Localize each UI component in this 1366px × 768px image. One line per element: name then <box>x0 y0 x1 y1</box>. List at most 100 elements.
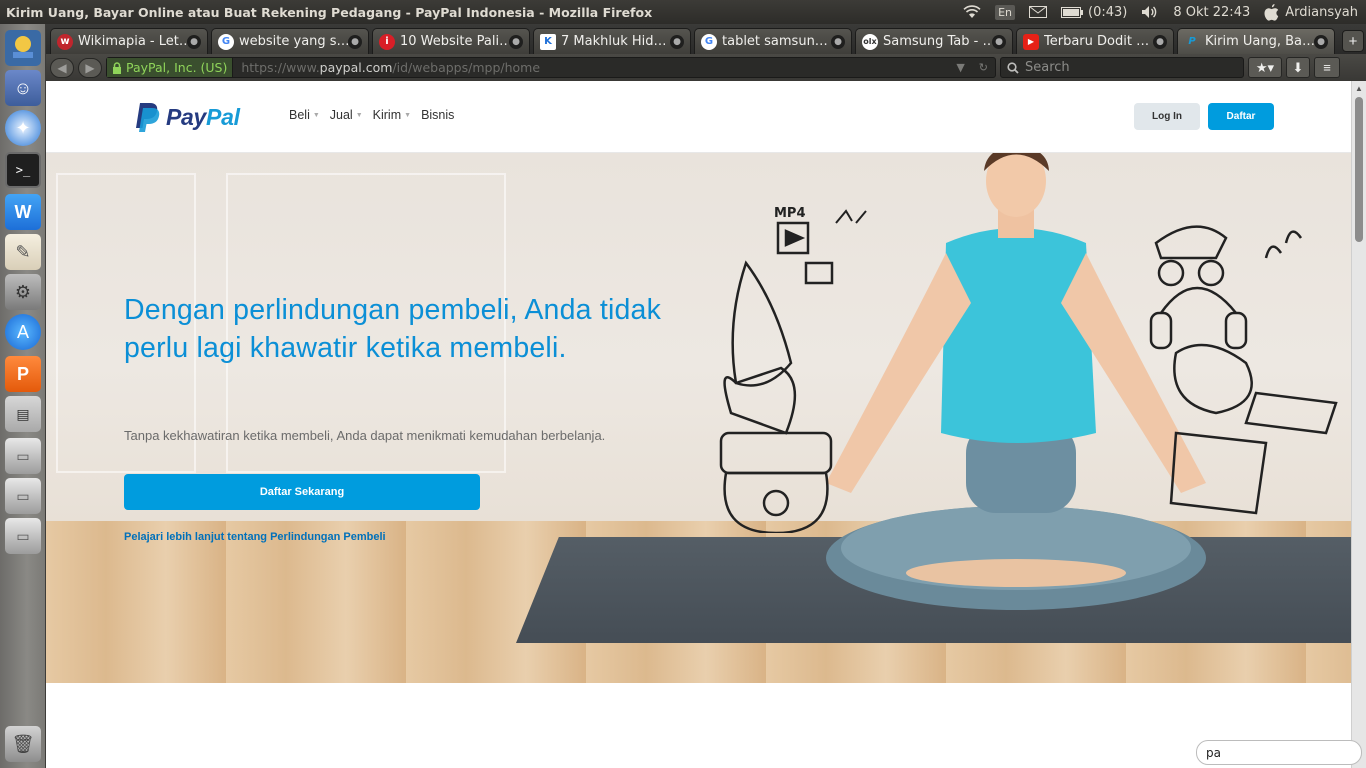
browser-tab[interactable]: G tablet samsun… ● <box>694 28 852 54</box>
close-icon[interactable]: ● <box>509 34 523 49</box>
new-tab-plus-icon[interactable]: + <box>1342 30 1364 52</box>
nav-jual[interactable]: Jual ▼ <box>330 108 363 122</box>
lock-icon <box>113 61 121 74</box>
nav-label: Kirim <box>372 108 402 122</box>
register-now-button[interactable]: Daftar Sekarang <box>124 474 480 510</box>
nav-label: Beli <box>289 108 310 122</box>
caret-down-icon: ▼ <box>355 111 363 119</box>
nav-label: Bisnis <box>421 108 455 122</box>
nav-beli[interactable]: Beli ▼ <box>289 108 320 122</box>
launcher: ☺ ✦ >_ W ✎ ⚙ A P ▤ ▭ ▭ ▭ 🗑 <box>0 24 46 768</box>
google-icon: G <box>218 33 234 50</box>
hero-subtitle: Tanpa kekhawatiran ketika membeli, Anda … <box>124 428 606 443</box>
top-panel: Kirim Uang, Bayar Online atau Buat Reken… <box>0 0 1366 24</box>
close-icon[interactable]: ● <box>187 34 201 49</box>
tab-bar: w Wikimapia - Let… ● G website yang s… ●… <box>46 24 1366 54</box>
finder-icon[interactable]: ☺ <box>5 70 41 106</box>
url-path: /id/webapps/mpp/home <box>392 60 541 75</box>
browser-tab[interactable]: ▶ Terbaru Dodit … ● <box>1016 28 1174 54</box>
hero-banner: MP4 Dengan perlindungan pembeli, Anda ti… <box>46 153 1351 683</box>
drive-icon[interactable]: ▭ <box>5 478 41 514</box>
browser-tab[interactable]: K 7 Makhluk Hid… ● <box>533 28 691 54</box>
browser-tab[interactable]: G website yang s… ● <box>211 28 369 54</box>
nav-kirim[interactable]: Kirim ▼ <box>373 108 411 122</box>
close-icon[interactable]: ● <box>1314 34 1328 49</box>
window-title: Kirim Uang, Bayar Online atau Buat Reken… <box>6 4 653 20</box>
downloads-icon[interactable]: ⬇ <box>1286 57 1310 78</box>
navigation-toolbar: ◀ ▶ PayPal, Inc. (US) https://www.paypal… <box>46 54 1366 81</box>
search-placeholder: Search <box>1025 60 1070 75</box>
google-icon: G <box>701 33 717 50</box>
info-icon: i <box>379 33 395 50</box>
bookmark-star-icon[interactable]: ★▾ <box>1248 57 1282 78</box>
hero-title: Dengan perlindungan pembeli, Anda tidak … <box>124 294 662 364</box>
tab-label: website yang s… <box>239 34 348 49</box>
signup-button[interactable]: Daftar <box>1208 103 1274 130</box>
keyboard-language-indicator[interactable]: En <box>995 4 1016 20</box>
nav-bisnis[interactable]: Bisnis <box>421 108 454 122</box>
tab-label: Wikimapia - Let… <box>78 34 187 49</box>
clock[interactable]: 8 Okt 22:43 <box>1173 5 1250 20</box>
close-icon[interactable]: ● <box>831 34 845 49</box>
tab-label: Terbaru Dodit … <box>1044 34 1150 49</box>
reload-icon[interactable]: ↻ <box>972 61 995 74</box>
url-text[interactable]: https://www.paypal.com/id/webapps/mpp/ho… <box>233 60 949 75</box>
svg-text:MP4: MP4 <box>774 206 806 221</box>
search-icon <box>1007 61 1019 74</box>
drive-icon[interactable]: ▭ <box>5 518 41 554</box>
browser-tab[interactable]: olx Samsung Tab - … ● <box>855 28 1013 54</box>
file-manager-icon[interactable]: ▤ <box>5 396 41 432</box>
site-identity-button[interactable]: PayPal, Inc. (US) <box>107 58 234 77</box>
paypal-header: PayPal Beli ▼ Jual ▼ Kirim ▼ Bisnis Log In … <box>46 81 1351 153</box>
url-domain: paypal.com <box>319 60 393 75</box>
close-icon[interactable]: ● <box>992 34 1006 49</box>
page-scrollbar[interactable]: ▲ <box>1351 81 1366 768</box>
scroll-up-arrow-icon[interactable]: ▲ <box>1355 84 1363 93</box>
user-menu[interactable]: Ardiansyah <box>1264 3 1358 21</box>
menu-icon[interactable]: ≡ <box>1314 57 1340 78</box>
browser-tab[interactable]: w Wikimapia - Let… ● <box>50 28 208 54</box>
forward-arrow-icon[interactable]: ▶ <box>78 57 102 78</box>
url-bar[interactable]: PayPal, Inc. (US) https://www.paypal.com… <box>106 57 996 78</box>
login-button[interactable]: Log In <box>1134 103 1200 130</box>
browser-compass-icon[interactable]: ✦ <box>5 110 41 146</box>
wifi-icon[interactable] <box>963 5 981 19</box>
browser-tab-active[interactable]: P Kirim Uang, Ba… ● <box>1177 28 1335 54</box>
terminal-icon[interactable]: >_ <box>5 152 41 188</box>
history-dropdown-icon[interactable]: ▼ <box>949 61 971 74</box>
logo-text-left: Pay <box>166 103 207 130</box>
username: Ardiansyah <box>1285 4 1358 20</box>
close-icon[interactable]: ● <box>348 34 362 49</box>
tab-label: 10 Website Pali… <box>400 34 509 49</box>
dash-home-icon[interactable] <box>5 30 41 66</box>
tab-label: Kirim Uang, Ba… <box>1205 34 1314 49</box>
close-icon[interactable]: ● <box>1153 34 1167 49</box>
paypal-nav: Beli ▼ Jual ▼ Kirim ▼ Bisnis <box>289 108 454 122</box>
quick-find-input[interactable]: pa <box>1196 740 1362 765</box>
tab-label: 7 Makhluk Hid… <box>561 34 667 49</box>
olx-icon: olx <box>862 33 878 50</box>
apple-icon <box>1264 3 1279 21</box>
volume-icon[interactable] <box>1141 5 1159 19</box>
buyer-protection-link[interactable]: Pelajari lebih lanjut tentang Perlindung… <box>124 531 386 543</box>
site-identity-label: PayPal, Inc. (US) <box>126 60 228 75</box>
text-editor-icon[interactable]: ✎ <box>5 234 41 270</box>
search-bar[interactable]: Search <box>1000 57 1244 78</box>
paypal-logo[interactable]: PayPal <box>134 101 240 133</box>
battery-time: (0:43) <box>1088 4 1128 20</box>
mail-icon[interactable] <box>1029 6 1048 18</box>
settings-gear-icon[interactable]: ⚙ <box>5 274 41 310</box>
trash-icon[interactable]: 🗑 <box>5 726 41 762</box>
drive-icon[interactable]: ▭ <box>5 438 41 474</box>
word-processor-icon[interactable]: W <box>5 194 41 230</box>
presentation-icon[interactable]: P <box>5 356 41 392</box>
app-store-icon[interactable]: A <box>5 314 41 350</box>
scrollbar-thumb[interactable] <box>1355 97 1363 242</box>
browser-tab[interactable]: i 10 Website Pali… ● <box>372 28 530 54</box>
back-arrow-icon[interactable]: ◀ <box>50 57 74 78</box>
page-content: PayPal Beli ▼ Jual ▼ Kirim ▼ Bisnis Log In … <box>46 81 1351 768</box>
battery-indicator[interactable]: (0:43) <box>1061 5 1127 20</box>
tab-label: tablet samsun… <box>722 34 828 49</box>
close-icon[interactable]: ● <box>670 34 684 49</box>
indicator-area: En (0:43) 8 Okt 22:43 Ardiansyah <box>963 3 1366 21</box>
